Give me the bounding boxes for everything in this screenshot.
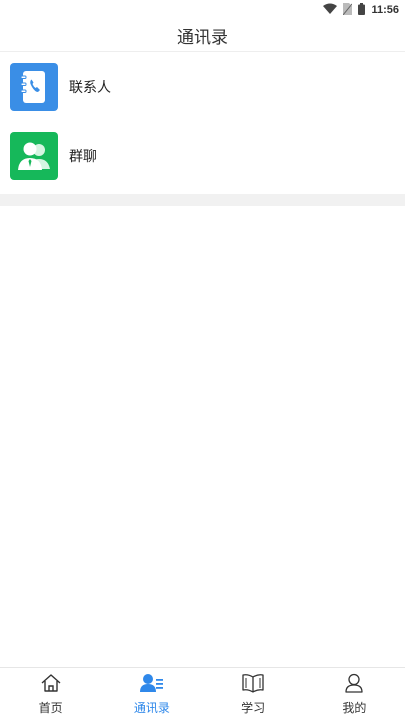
home-icon <box>40 673 62 697</box>
nav-home[interactable]: 首页 <box>0 668 101 721</box>
page-header: 通讯录 <box>0 20 405 52</box>
nav-label: 我的 <box>342 701 367 715</box>
nav-profile[interactable]: 我的 <box>304 668 405 721</box>
nav-study[interactable]: 学习 <box>203 668 304 721</box>
battery-icon <box>358 2 366 18</box>
profile-icon <box>344 673 364 697</box>
group-chat-icon <box>10 131 58 180</box>
clock: 11:56 <box>371 4 399 16</box>
nav-label: 通讯录 <box>133 701 170 715</box>
contacts-icon <box>139 673 164 697</box>
menu-item-label: 联系人 <box>69 79 111 96</box>
contacts-screen: 11:56 通讯录 联系人 群聊 首页 通讯录 学习 我的 <box>0 0 405 721</box>
contact-book-icon <box>10 62 58 111</box>
section-divider <box>0 194 405 206</box>
page-title: 通讯录 <box>177 28 228 48</box>
bottom-nav: 首页 通讯录 学习 我的 <box>0 667 405 721</box>
status-icons <box>323 2 366 18</box>
menu-item-label: 群聊 <box>69 148 97 165</box>
nav-contacts[interactable]: 通讯录 <box>101 668 202 721</box>
contacts-menu: 联系人 群聊 <box>0 52 405 190</box>
menu-item-group-chat[interactable]: 群聊 <box>0 121 405 190</box>
wifi-icon <box>323 3 338 17</box>
no-sim-icon <box>343 2 353 18</box>
status-bar: 11:56 <box>0 0 405 20</box>
nav-label: 首页 <box>38 701 63 715</box>
nav-label: 学习 <box>241 701 266 715</box>
menu-item-contacts[interactable]: 联系人 <box>0 52 405 121</box>
book-icon <box>241 673 265 697</box>
